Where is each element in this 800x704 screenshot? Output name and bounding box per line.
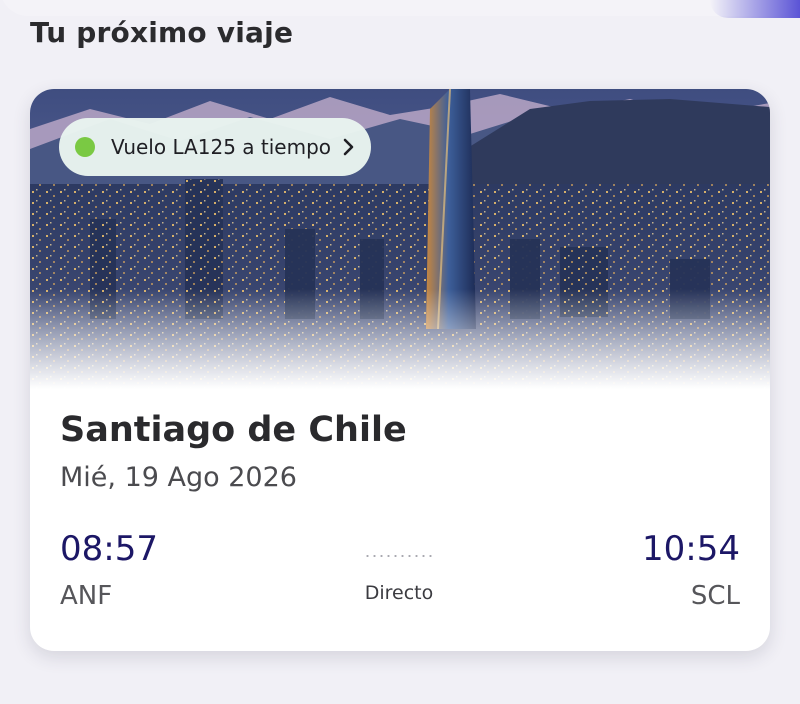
screen: Tu próximo viaje Vuelo LA125 a tiempo Sa… <box>0 0 800 704</box>
route-type-label: Directo <box>364 582 434 604</box>
arrival-time: 10:54 <box>642 529 740 569</box>
top-sheet-edge <box>0 0 800 16</box>
arrival-airport-code: SCL <box>690 581 740 611</box>
route-dotted-line <box>364 555 434 557</box>
chevron-right-icon <box>343 138 354 156</box>
next-trip-card[interactable]: Vuelo LA125 a tiempo Santiago de Chile M… <box>30 89 770 651</box>
flight-status-pill[interactable]: Vuelo LA125 a tiempo <box>59 118 371 176</box>
trip-date: Mié, 19 Ago 2026 <box>60 462 297 493</box>
departure-time: 08:57 <box>60 529 158 569</box>
section-title: Tu próximo viaje <box>30 16 294 49</box>
flight-status-text: Vuelo LA125 a tiempo <box>111 135 331 159</box>
status-dot-icon <box>75 137 95 157</box>
destination-city: Santiago de Chile <box>60 410 407 450</box>
top-accent-decoration <box>710 0 800 18</box>
departure-airport-code: ANF <box>60 581 113 611</box>
